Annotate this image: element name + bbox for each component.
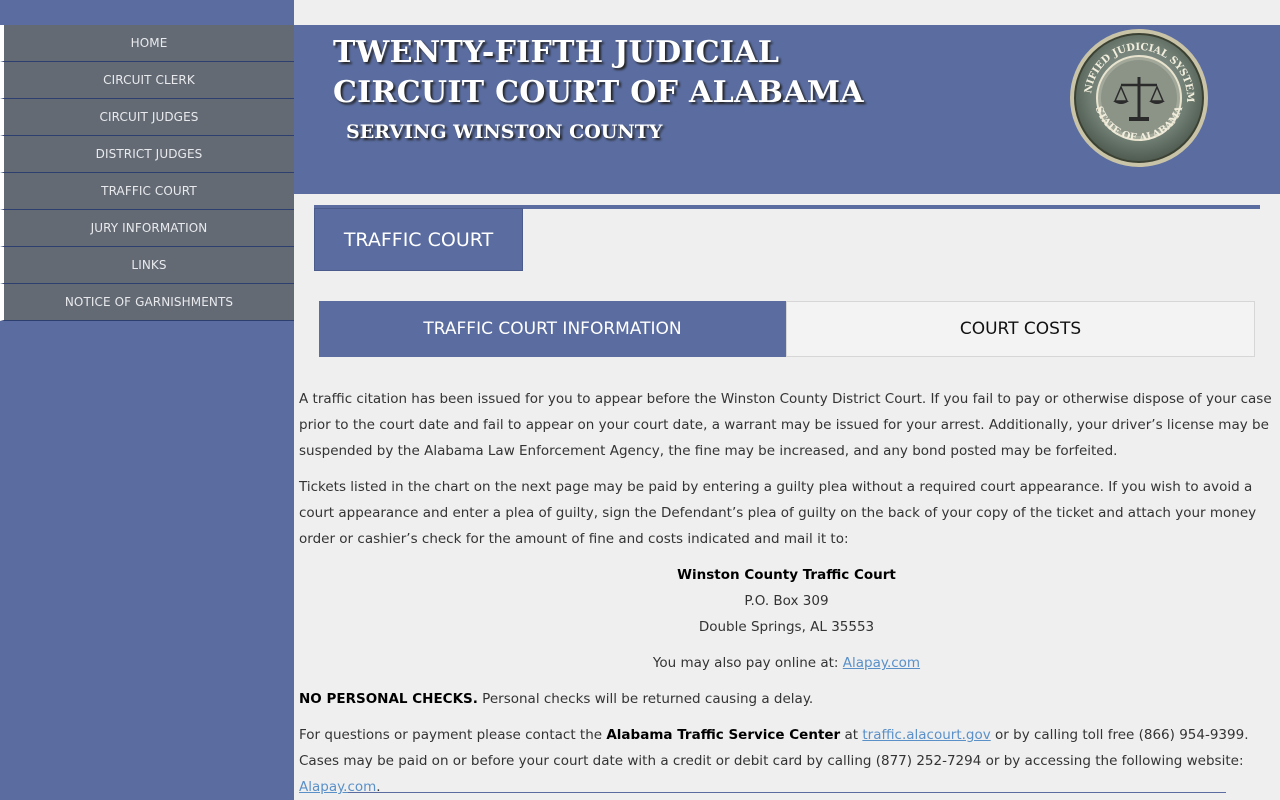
nav-item-circuit-clerk[interactable]: CIRCUIT CLERK (0, 62, 294, 99)
content-tabs: TRAFFIC COURT INFORMATION COURT COSTS (319, 301, 1255, 357)
site-title-line2: CIRCUIT COURT OF ALABAMA (333, 75, 864, 110)
contact-paragraph: For questions or payment please contact … (299, 722, 1274, 800)
traffic-court-info: A traffic citation has been issued for y… (299, 386, 1274, 800)
bottom-divider (348, 792, 1226, 793)
address-name: Winston County Traffic Court (677, 567, 896, 583)
tab-court-costs[interactable]: COURT COSTS (786, 301, 1255, 357)
nav-item-circuit-judges[interactable]: CIRCUIT JUDGES (0, 99, 294, 136)
contact-text-1: For questions or payment please contact … (299, 727, 607, 743)
court-seal-logo: UNIFIED JUDICIAL SYSTEM STATE OF ALABAMA (1069, 27, 1208, 167)
no-checks-bold: NO PERSONAL CHECKS. (299, 691, 478, 707)
nav-item-district-judges[interactable]: DISTRICT JUDGES (0, 136, 294, 173)
no-checks-text: Personal checks will be returned causing… (477, 691, 814, 707)
tab-traffic-court-information[interactable]: TRAFFIC COURT INFORMATION (319, 301, 786, 357)
header-banner: TWENTY-FIFTH JUDICIAL CIRCUIT COURT OF A… (294, 25, 1280, 194)
nav-item-links[interactable]: LINKS (0, 247, 294, 284)
nav-item-home[interactable]: HOME (0, 25, 294, 62)
alacourt-link[interactable]: traffic.alacourt.gov (862, 727, 990, 743)
paragraph-citation: A traffic citation has been issued for y… (299, 391, 1272, 459)
online-payment-text: You may also pay online at: (652, 655, 843, 671)
address-line1: P.O. Box 309 (744, 593, 829, 609)
sidebar: HOME CIRCUIT CLERK CIRCUIT JUDGES DISTRI… (0, 0, 294, 800)
paragraph-tickets: Tickets listed in the chart on the next … (299, 479, 1257, 547)
main-nav: HOME CIRCUIT CLERK CIRCUIT JUDGES DISTRI… (0, 25, 294, 321)
nav-item-traffic-court[interactable]: TRAFFIC COURT (0, 173, 294, 210)
no-personal-checks: NO PERSONAL CHECKS. Personal checks will… (299, 686, 1274, 712)
nav-item-notice-of-garnishments[interactable]: NOTICE OF GARNISHMENTS (0, 284, 294, 321)
site-title-line1: TWENTY-FIFTH JUDICIAL (333, 35, 780, 70)
address-line2: Double Springs, AL 35553 (698, 619, 875, 635)
contact-text-2: at (840, 727, 863, 743)
online-payment: You may also pay online at: Alapay.com (299, 650, 1274, 676)
alapay-link[interactable]: Alapay.com (843, 655, 920, 671)
mailing-address: Winston County Traffic Court P.O. Box 30… (299, 562, 1274, 640)
contact-center-name: Alabama Traffic Service Center (606, 727, 841, 743)
main-content: TRAFFIC COURT TRAFFIC COURT INFORMATION … (294, 194, 1280, 800)
page-title: TRAFFIC COURT (314, 208, 523, 271)
site-subtitle: SERVING WINSTON COUNTY (346, 121, 663, 143)
nav-item-jury-information[interactable]: JURY INFORMATION (0, 210, 294, 247)
